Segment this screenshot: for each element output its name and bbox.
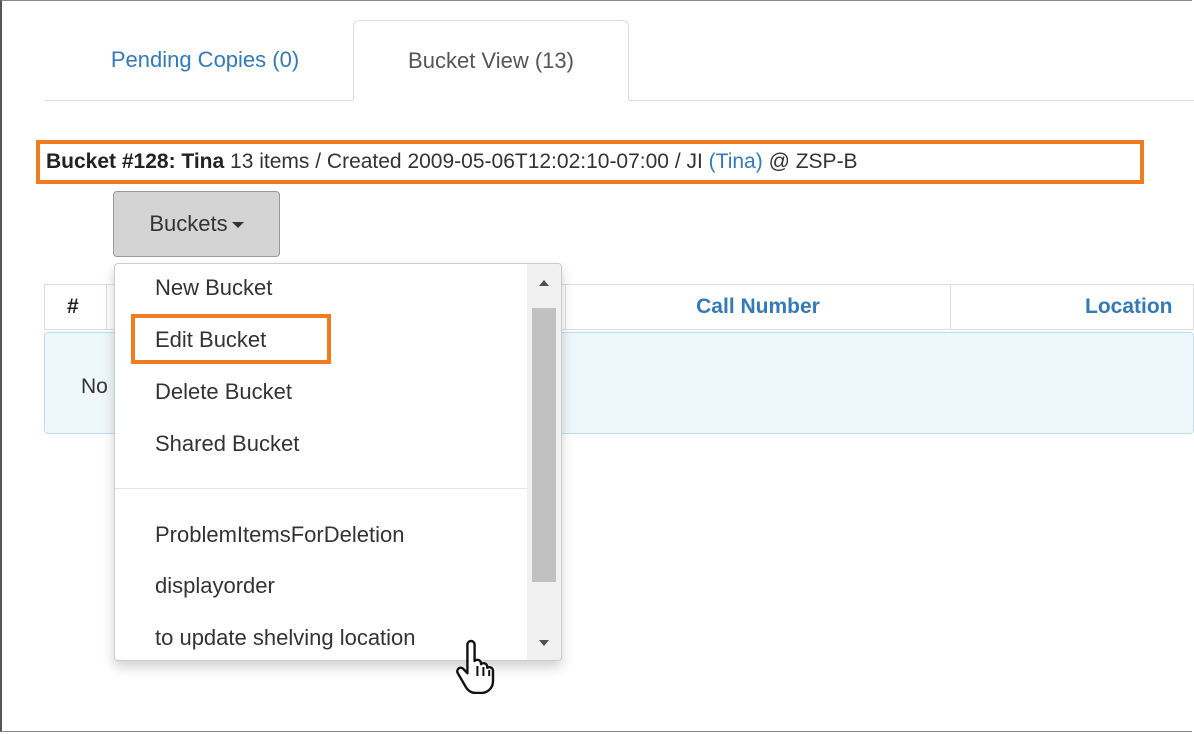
caret-down-icon [231,222,244,228]
hand-pointer-icon [456,639,495,694]
menu-item-bucket[interactable]: displayorder [115,566,527,606]
tab-pending-copies[interactable]: Pending Copies (0) [60,20,350,100]
menu-item-shared-bucket[interactable]: Shared Bucket [115,424,527,464]
buckets-dropdown-menu: New Bucket Edit Bucket Delete Bucket Sha… [114,263,562,661]
scroll-up-arrow-icon[interactable] [539,280,549,286]
bucket-summary: 13 items / Created 2009-05-06T12:02:10-0… [224,150,709,173]
bucket-owner-link[interactable]: (Tina) [709,150,763,173]
bucket-location: @ ZSP-B [762,150,858,173]
scroll-thumb[interactable] [532,308,556,582]
column-header-number[interactable]: # [45,285,107,329]
empty-text: No [81,375,108,398]
menu-item-delete-bucket[interactable]: Delete Bucket [115,372,527,412]
column-header-location[interactable]: Location [950,285,1194,329]
buckets-button-label: Buckets [149,211,228,236]
menu-item-bucket[interactable]: ProblemItemsForDeletion [115,515,527,555]
buckets-menu-button[interactable]: Buckets [113,191,280,257]
menu-divider [115,488,527,489]
scroll-down-arrow-icon[interactable] [539,640,549,646]
bucket-heading: Bucket #128: Tina [46,150,225,173]
tab-bucket-view[interactable]: Bucket View (13) [353,20,629,101]
column-header-call-number[interactable]: Call Number [565,285,950,329]
edit-bucket-highlight [131,314,331,364]
menu-item-new-bucket[interactable]: New Bucket [115,268,527,308]
dropdown-scrollbar[interactable] [527,264,561,660]
bucket-info-line: Bucket #128: Tina 13 items / Created 200… [36,140,1144,184]
